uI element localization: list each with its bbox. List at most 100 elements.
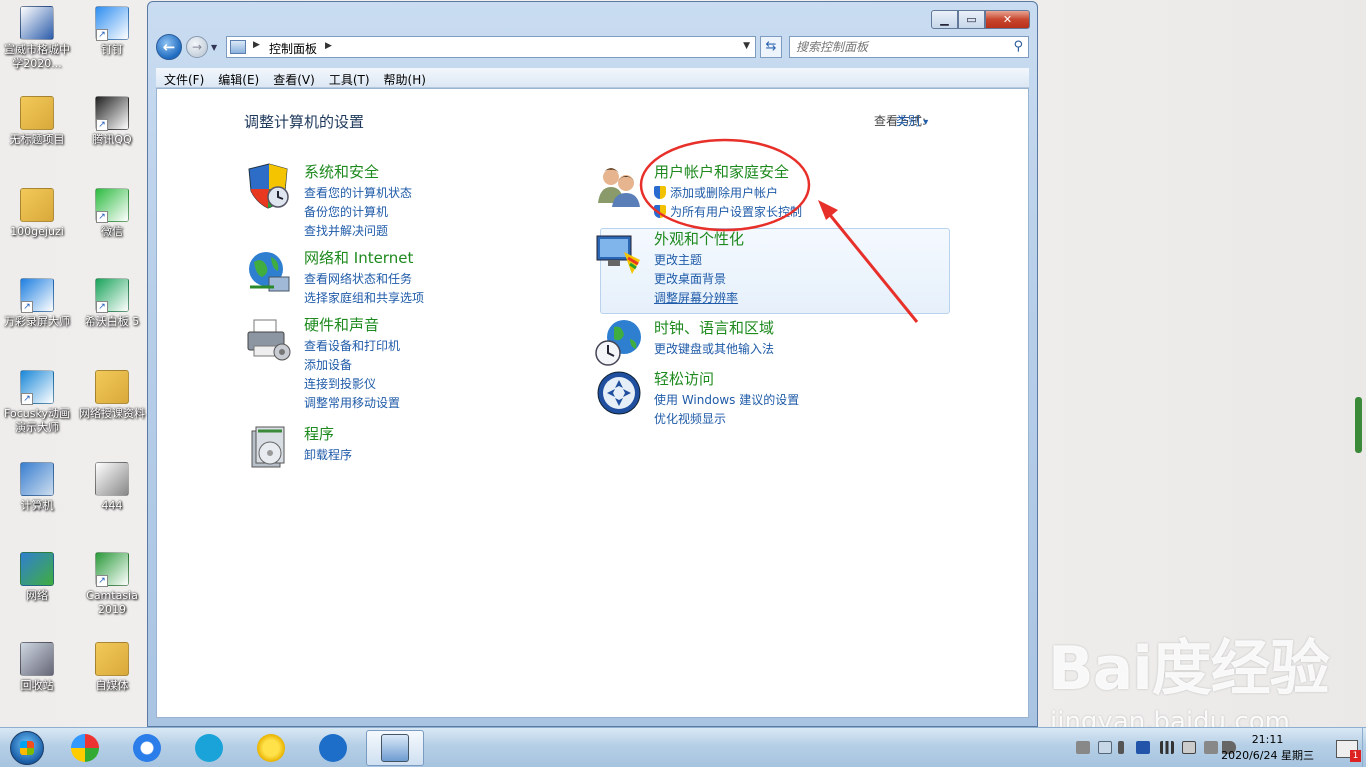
link-windows-recommended-settings[interactable]: 使用 Windows 建议的设置	[654, 391, 799, 410]
category-title[interactable]: 外观和个性化	[654, 228, 744, 249]
network-tray-icon[interactable]	[1136, 741, 1150, 754]
desktop-icon-15[interactable]: 自媒体	[74, 642, 150, 693]
taskbar-app-control-panel[interactable]	[366, 730, 424, 766]
taskbar-app-3[interactable]	[180, 730, 238, 766]
taskbar-app-5[interactable]	[304, 730, 362, 766]
taskbar-app-4[interactable]	[242, 730, 300, 766]
desktop-icon-0[interactable]: 宣威市格城中学2020...	[0, 6, 75, 71]
desktop-icon-6[interactable]: ↗ 万彩录屏大师	[0, 278, 75, 329]
desktop-icon-label: 万彩录屏大师	[4, 315, 70, 328]
desktop-icon-14[interactable]: 回收站	[0, 642, 75, 693]
search-input[interactable]	[790, 37, 1000, 57]
link-troubleshoot[interactable]: 查找并解决问题	[304, 222, 412, 241]
search-box[interactable]: ⚲	[789, 36, 1029, 58]
desktop-icon-9[interactable]: 网络授课资料	[74, 370, 150, 421]
category-title[interactable]: 网络和 Internet	[304, 247, 413, 268]
category-ease-of-access[interactable]: 轻松访问 使用 Windows 建议的设置 优化视频显示	[594, 368, 924, 426]
category-title[interactable]: 系统和安全	[304, 161, 379, 182]
desktop-icon-5[interactable]: ↗ 微信	[74, 188, 150, 239]
start-button[interactable]	[2, 728, 52, 767]
search-icon[interactable]: ⚲	[1013, 39, 1023, 54]
link-mobility-settings[interactable]: 调整常用移动设置	[304, 394, 400, 413]
monitor-paint-icon	[594, 228, 644, 278]
link-uninstall-program[interactable]: 卸载程序	[304, 446, 352, 465]
category-system-security[interactable]: 系统和安全 查看您的计算机状态 备份您的计算机 查找并解决问题	[244, 161, 544, 241]
ease-of-access-icon	[594, 368, 644, 418]
notification-count: 1	[1350, 750, 1361, 762]
desktop-icon-label: 希沃白板 5	[84, 315, 140, 328]
breadcrumb-separator-icon[interactable]: ▶	[253, 40, 260, 50]
minimize-button[interactable]: ▁	[931, 10, 958, 29]
link-homegroup-sharing[interactable]: 选择家庭组和共享选项	[304, 289, 424, 308]
desktop-icon-10[interactable]: 计算机	[0, 462, 75, 513]
category-programs[interactable]: 程序 卸载程序	[244, 423, 544, 473]
desktop-icon-13[interactable]: ↗ Camtasia 2019	[74, 552, 150, 617]
recycle-bin-icon	[20, 642, 54, 676]
desktop-icon-12[interactable]: 网络	[0, 552, 75, 603]
breadcrumb-control-panel[interactable]: 控制面板	[269, 40, 317, 57]
desktop-icon-8[interactable]: ↗ Focusky动画演示大师	[0, 370, 75, 435]
refresh-button[interactable]: ⇆	[760, 36, 782, 58]
address-bar[interactable]: ▶ 控制面板 ▶ ▼	[226, 36, 756, 58]
desktop-icon-2[interactable]: 无标题项目	[0, 96, 75, 147]
category-hardware-sound[interactable]: 硬件和声音 查看设备和打印机 添加设备 连接到投影仪 调整常用移动设置	[244, 314, 544, 414]
link-devices-printers[interactable]: 查看设备和打印机	[304, 337, 400, 356]
breadcrumb-chevron-icon[interactable]: ▶	[325, 41, 332, 51]
link-parental-controls[interactable]: 为所有用户设置家长控制	[654, 203, 802, 222]
address-dropdown-icon[interactable]: ▼	[743, 41, 750, 51]
usb-icon[interactable]	[1204, 741, 1218, 754]
caption-buttons: ▁ ▭ ✕	[931, 10, 1030, 29]
desktop-icon-3[interactable]: ↗ 腾讯QQ	[74, 96, 150, 147]
link-change-theme[interactable]: 更改主题	[654, 251, 738, 270]
link-backup-computer[interactable]: 备份您的计算机	[304, 203, 412, 222]
category-user-accounts[interactable]: 用户帐户和家庭安全 添加或删除用户帐户 为所有用户设置家长控制	[594, 161, 924, 221]
forward-button[interactable]: →	[186, 36, 208, 58]
battery-icon[interactable]	[1182, 741, 1196, 754]
category-title[interactable]: 时钟、语言和区域	[654, 317, 774, 338]
link-optimize-display[interactable]: 优化视频显示	[654, 410, 799, 429]
maximize-button[interactable]: ▭	[958, 10, 985, 29]
show-desktop-button[interactable]	[1362, 728, 1366, 767]
overflow-icon[interactable]	[1118, 741, 1124, 754]
menu-help[interactable]: 帮助(H)	[384, 68, 434, 87]
desktop-icon-4[interactable]: 100gejuzi	[0, 188, 75, 239]
category-appearance-personalization[interactable]: 外观和个性化 更改主题 更改桌面背景 调整屏幕分辨率	[594, 228, 934, 308]
category-clock-language-region[interactable]: 时钟、语言和区域 更改键盘或其他输入法	[594, 317, 924, 367]
menu-file[interactable]: 文件(F)	[164, 68, 212, 87]
action-center-icon[interactable]: 1	[1336, 740, 1361, 762]
link-network-status[interactable]: 查看网络状态和任务	[304, 270, 424, 289]
keyboard-icon[interactable]	[1076, 741, 1090, 754]
scroll-indicator	[1355, 397, 1362, 453]
link-screen-resolution[interactable]: 调整屏幕分辨率	[654, 289, 738, 308]
link-desktop-background[interactable]: 更改桌面背景	[654, 270, 738, 289]
desktop-icon-label: 钉钉	[101, 43, 123, 56]
programs-icon	[244, 423, 294, 473]
recent-pages-chevron-icon[interactable]: ▼	[211, 43, 217, 52]
category-title[interactable]: 轻松访问	[654, 368, 714, 389]
desktop-icon-7[interactable]: ↗ 希沃白板 5	[74, 278, 150, 329]
desktop-icon-1[interactable]: ↗ 钉钉	[74, 6, 150, 57]
link-add-remove-accounts[interactable]: 添加或删除用户帐户	[654, 184, 802, 203]
input-method-icon[interactable]	[1098, 741, 1112, 754]
desktop-icon-label: 无标题项目	[9, 133, 65, 146]
category-network-internet[interactable]: 网络和 Internet 查看网络状态和任务 选择家庭组和共享选项	[244, 247, 544, 307]
category-title[interactable]: 用户帐户和家庭安全	[654, 161, 789, 182]
back-button[interactable]: ←	[156, 34, 182, 60]
link-view-computer-status[interactable]: 查看您的计算机状态	[304, 184, 412, 203]
view-by-dropdown[interactable]: 类别	[896, 112, 936, 129]
menu-edit[interactable]: 编辑(E)	[218, 68, 267, 87]
taskbar-app-1[interactable]	[56, 730, 114, 766]
category-title[interactable]: 硬件和声音	[304, 314, 379, 335]
menu-tools[interactable]: 工具(T)	[329, 68, 378, 87]
signal-icon[interactable]	[1160, 741, 1174, 754]
category-title[interactable]: 程序	[304, 423, 334, 444]
clock[interactable]: 21:11 2020/6/24 星期三	[1221, 732, 1314, 764]
close-button[interactable]: ✕	[985, 10, 1030, 29]
link-change-keyboard[interactable]: 更改键盘或其他输入法	[654, 340, 774, 359]
link-connect-projector[interactable]: 连接到投影仪	[304, 375, 400, 394]
content-pane: 调整计算机的设置 查看方式: 类别 系统和安全 查看您的计算机状态 备份您的计算…	[156, 88, 1029, 718]
taskbar-app-ie[interactable]	[118, 730, 176, 766]
link-add-device[interactable]: 添加设备	[304, 356, 400, 375]
menu-view[interactable]: 查看(V)	[273, 68, 323, 87]
desktop-icon-11[interactable]: 444	[74, 462, 150, 513]
